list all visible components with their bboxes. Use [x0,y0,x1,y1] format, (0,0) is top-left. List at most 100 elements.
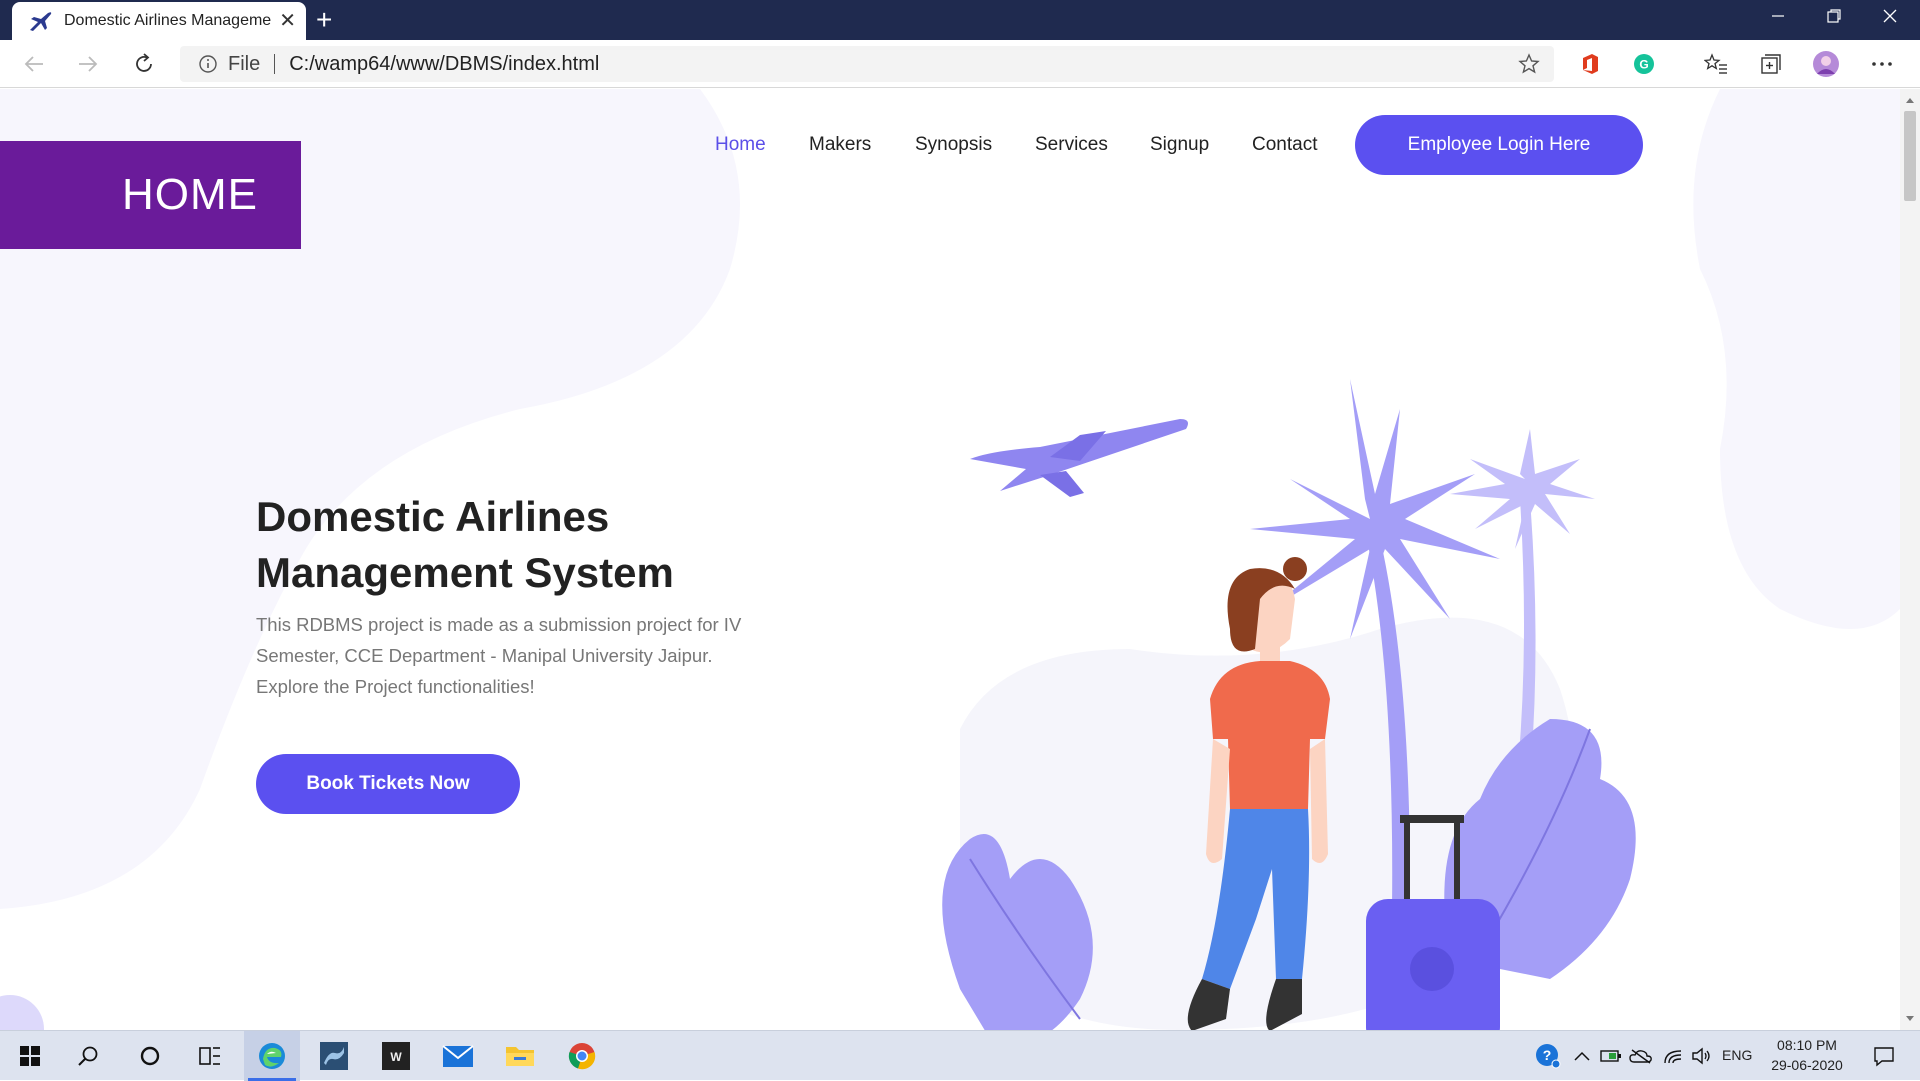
hero-description: This RDBMS project is made as a submissi… [256,614,742,697]
scroll-down-arrow-icon[interactable] [1904,1014,1916,1024]
task-view-button[interactable] [182,1031,238,1081]
help-icon: ? [1536,1044,1561,1069]
close-tab-icon[interactable]: ✕ [279,11,296,31]
taskbar-mysql-workbench[interactable] [306,1031,362,1081]
restore-button[interactable] [1806,0,1862,32]
new-tab-button[interactable]: + [316,6,332,34]
browser-toolbar: File C:/wamp64/www/DBMS/index.html G [0,40,1920,88]
favorite-star-icon[interactable] [1518,53,1540,75]
input-language[interactable]: ENG [1722,1047,1752,1063]
nav-link-makers[interactable]: Makers [809,134,871,156]
show-hidden-icons-button[interactable] [1570,1031,1594,1081]
nav-link-home[interactable]: Home [715,134,766,156]
volume-tray-button[interactable] [1688,1031,1714,1081]
favorites-list-icon [1704,53,1727,74]
hero-title-line-2: Management System [256,549,674,596]
airplane-illustration [970,419,1188,497]
book-tickets-button[interactable]: Book Tickets Now [256,754,520,814]
cortana-button[interactable] [122,1031,178,1081]
help-tray-button[interactable]: ? [1534,1031,1562,1081]
favorites-button[interactable] [1702,50,1730,78]
svg-text:G: G [1639,58,1648,72]
start-button[interactable] [2,1031,58,1081]
scroll-up-arrow-icon[interactable] [1904,95,1916,105]
address-bar[interactable]: File C:/wamp64/www/DBMS/index.html [180,46,1554,82]
windows-start-icon [20,1046,40,1066]
minimize-icon [1772,15,1784,17]
close-icon [1883,9,1897,23]
arrow-left-icon [24,56,43,72]
svg-text:W: W [390,1050,402,1064]
scrollbar-thumb[interactable] [1904,111,1916,201]
clock-date: 29-06-2020 [1771,1057,1843,1073]
network-tray-button[interactable] [1660,1031,1686,1081]
onedrive-tray-button[interactable] [1628,1031,1654,1081]
svg-text:?: ? [1543,1047,1552,1063]
chevron-up-icon [1574,1051,1590,1061]
edge-icon [259,1043,285,1069]
avatar [1813,51,1839,77]
taskbar-file-explorer[interactable] [492,1031,548,1081]
collections-icon [1761,54,1781,74]
refresh-icon [136,53,152,72]
address-url[interactable]: C:/wamp64/www/DBMS/index.html [289,53,599,76]
windows-taskbar: W ? ENG 08:10 PM 29-06-2020 [0,1030,1920,1081]
search-button[interactable] [60,1031,116,1081]
cloud-icon [1629,1049,1652,1064]
airplane-favicon-icon [30,12,52,31]
chrome-icon [568,1043,596,1070]
notification-icon [1874,1047,1894,1067]
more-dots-icon [1872,62,1892,66]
nav-link-signup[interactable]: Signup [1150,134,1209,156]
search-icon [78,1046,98,1066]
leaf-left [942,834,1093,1030]
back-button[interactable] [20,50,48,78]
restore-icon [1827,9,1841,23]
refresh-button[interactable] [130,50,158,78]
browser-titlebar: Domestic Airlines Management S ✕ + [0,0,1920,40]
traveler-illustration [1187,557,1330,1030]
wifi-icon [1664,1050,1682,1064]
arrow-right-icon [79,56,98,72]
nav-link-contact[interactable]: Contact [1252,134,1317,156]
taskbar-chrome[interactable] [554,1031,610,1081]
taskbar-edge[interactable] [244,1031,300,1081]
page-viewport: HOME Home Makers Synopsis Services Signu… [0,89,1900,1030]
nav-link-services[interactable]: Services [1035,134,1108,156]
grammarly-icon: G [1634,54,1654,74]
battery-tray-button[interactable] [1598,1031,1624,1081]
clock-time: 08:10 PM [1777,1037,1837,1053]
close-window-button[interactable] [1862,0,1918,32]
hero-title: Domestic Airlines Management System [256,489,816,601]
info-icon[interactable] [198,54,218,74]
vertical-scrollbar[interactable] [1900,89,1920,1030]
hero-title-line-1: Domestic Airlines [256,493,610,540]
home-badge: HOME [0,141,301,249]
battery-icon [1600,1050,1621,1062]
mysql-workbench-icon [320,1042,348,1070]
collections-button[interactable] [1756,50,1784,78]
cortana-icon [140,1046,160,1066]
office-icon [1583,54,1598,74]
nav-link-synopsis[interactable]: Synopsis [915,134,992,156]
action-center-button[interactable] [1864,1031,1904,1081]
file-explorer-icon [506,1047,534,1066]
forward-button[interactable] [74,50,102,78]
minimize-button[interactable] [1750,0,1806,32]
system-clock[interactable]: 08:10 PM 29-06-2020 [1762,1035,1852,1075]
tab-title: Domestic Airlines Management S [64,12,272,29]
employee-login-button[interactable]: Employee Login Here [1355,115,1643,175]
office-extension-button[interactable] [1576,50,1604,78]
grammarly-extension-button[interactable]: G [1630,50,1658,78]
taskbar-wamp[interactable]: W [368,1031,424,1081]
profile-button[interactable] [1812,50,1840,78]
taskbar-mail[interactable] [430,1031,486,1081]
wamp-icon: W [382,1042,410,1070]
task-view-icon [199,1047,220,1065]
travel-illustration [942,379,1636,1030]
address-scheme-label: File [228,52,261,75]
speaker-icon [1692,1047,1710,1065]
mail-icon [442,1045,474,1067]
settings-more-button[interactable] [1868,50,1896,78]
browser-tab[interactable]: Domestic Airlines Management S ✕ [12,2,306,40]
